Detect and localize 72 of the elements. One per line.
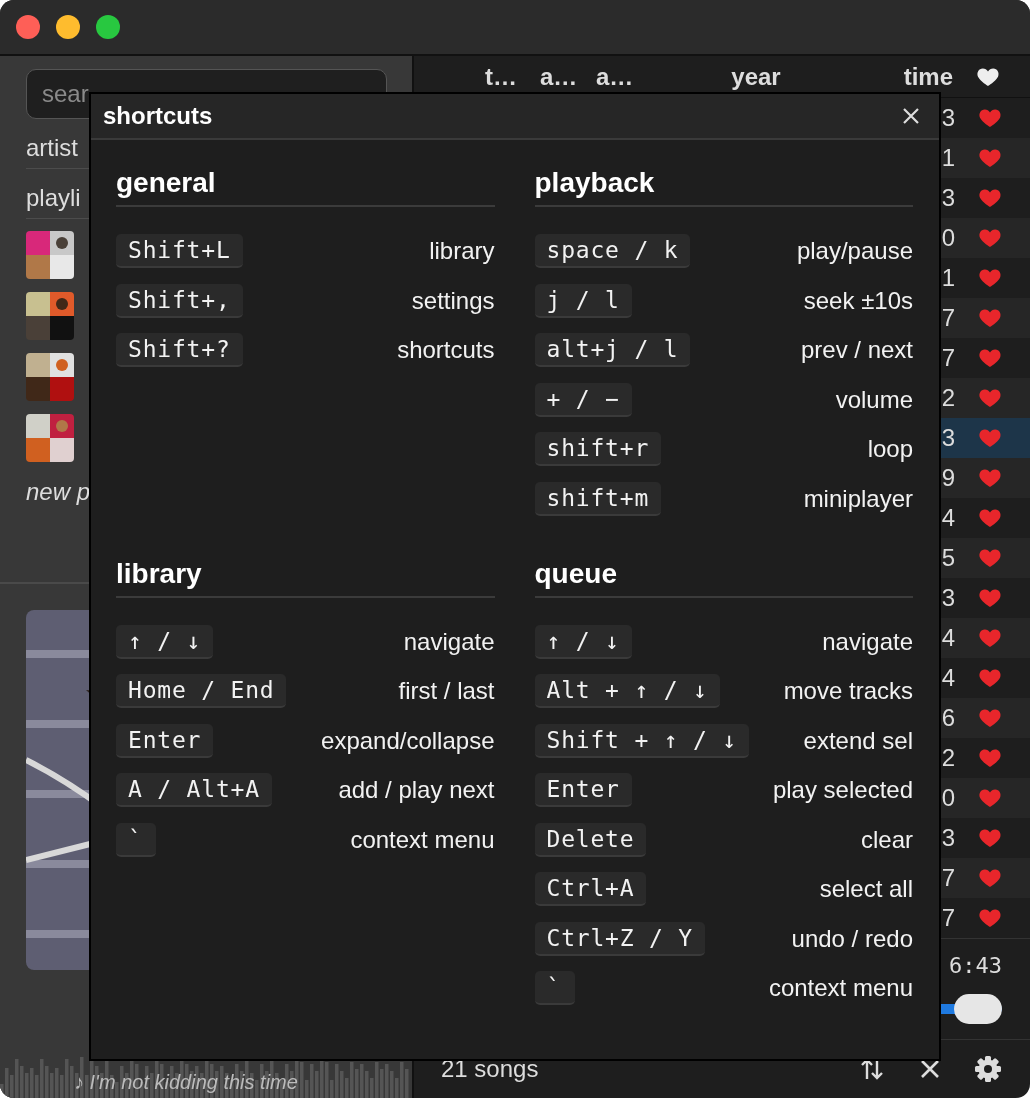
table-cell: 3 — [941, 584, 955, 612]
key-combo: ` — [116, 822, 156, 857]
shortcut-action: expand/collapse — [321, 726, 495, 755]
key-combo: shift+r — [534, 432, 662, 466]
table-cell: 3 — [941, 424, 955, 452]
shortcut-action: context menu — [768, 974, 913, 1002]
shortcut-action: extend sel — [803, 726, 913, 755]
key-combo: Shift+? — [116, 333, 243, 367]
shortcut-action: miniplayer — [803, 484, 913, 513]
shortcut-action: shortcuts — [397, 336, 495, 364]
table-cell: 0 — [941, 224, 955, 252]
shortcut-action: library — [429, 237, 495, 265]
table-cell: 2 — [941, 384, 955, 412]
key-combo: ↑ / ↓ — [116, 624, 214, 659]
table-cell: 7 — [941, 864, 955, 892]
table-cell: 7 — [941, 304, 955, 332]
key-combo: j / l — [534, 283, 632, 318]
table-cell: 5 — [941, 544, 955, 572]
table-cell: 4 — [941, 504, 955, 532]
key-combo: Alt + ↑ / ↓ — [534, 674, 720, 708]
shortcut-action: play/pause — [796, 237, 913, 265]
section-heading: general — [116, 165, 495, 207]
shortcut-action: add / play next — [338, 776, 495, 804]
shortcut-action: clear — [860, 825, 913, 854]
time-text: 6:43 — [949, 953, 1002, 978]
table-cell: 6 — [941, 704, 955, 732]
key-combo: Ctrl+Z / Y — [534, 921, 705, 956]
key-combo: Delete — [534, 822, 647, 857]
table-cell: 7 — [941, 904, 955, 932]
shortcut-action: move tracks — [783, 677, 913, 705]
shortcut-action: first / last — [398, 677, 495, 705]
shortcut-action: settings — [411, 286, 495, 315]
key-combo: Enter — [116, 723, 214, 758]
shortcut-action: prev / next — [800, 336, 913, 364]
table-cell: 1 — [941, 264, 955, 292]
lyric-text: ♪ I'm not kidding this time — [74, 1071, 298, 1094]
key-combo: + / − — [534, 382, 632, 417]
section-heading: queue — [534, 555, 913, 598]
shortcut-action: loop — [867, 435, 913, 463]
shortcut-action: seek ±10s — [803, 286, 913, 315]
key-combo: Shift+L — [116, 234, 243, 268]
table-cell: 3 — [941, 104, 955, 132]
shortcut-action: undo / redo — [791, 924, 913, 953]
shortcut-action: context menu — [350, 825, 495, 854]
shortcut-action: navigate — [822, 627, 913, 656]
table-cell: 7 — [941, 344, 955, 372]
key-combo: Shift + ↑ / ↓ — [534, 723, 749, 758]
section-heading: library — [116, 555, 495, 598]
key-combo: Shift+, — [116, 283, 243, 318]
table-cell: 4 — [941, 664, 955, 692]
key-combo: alt+j / l — [534, 333, 691, 367]
key-combo: Enter — [534, 773, 632, 807]
table-cell: 9 — [941, 464, 955, 492]
table-cell: 3 — [941, 184, 955, 212]
table-cell: 0 — [941, 784, 955, 812]
table-cell: 4 — [941, 624, 955, 652]
key-combo: Ctrl+A — [534, 872, 647, 906]
key-combo: ` — [534, 971, 575, 1005]
key-combo: A / Alt+A — [116, 773, 272, 807]
shortcut-action: play selected — [772, 776, 913, 804]
dialog-title: shortcuts — [103, 102, 213, 130]
section-heading: playback — [534, 165, 913, 207]
key-combo: space / k — [534, 234, 691, 268]
key-combo: shift+m — [534, 481, 662, 516]
shortcut-action: navigate — [403, 627, 495, 656]
table-cell: 3 — [941, 824, 955, 852]
shortcut-action: volume — [835, 385, 913, 414]
table-cell: 2 — [941, 744, 955, 772]
key-combo: ↑ / ↓ — [534, 624, 632, 659]
key-combo: Home / End — [116, 674, 287, 708]
shortcut-action: select all — [819, 875, 913, 903]
table-cell: 1 — [941, 144, 955, 172]
